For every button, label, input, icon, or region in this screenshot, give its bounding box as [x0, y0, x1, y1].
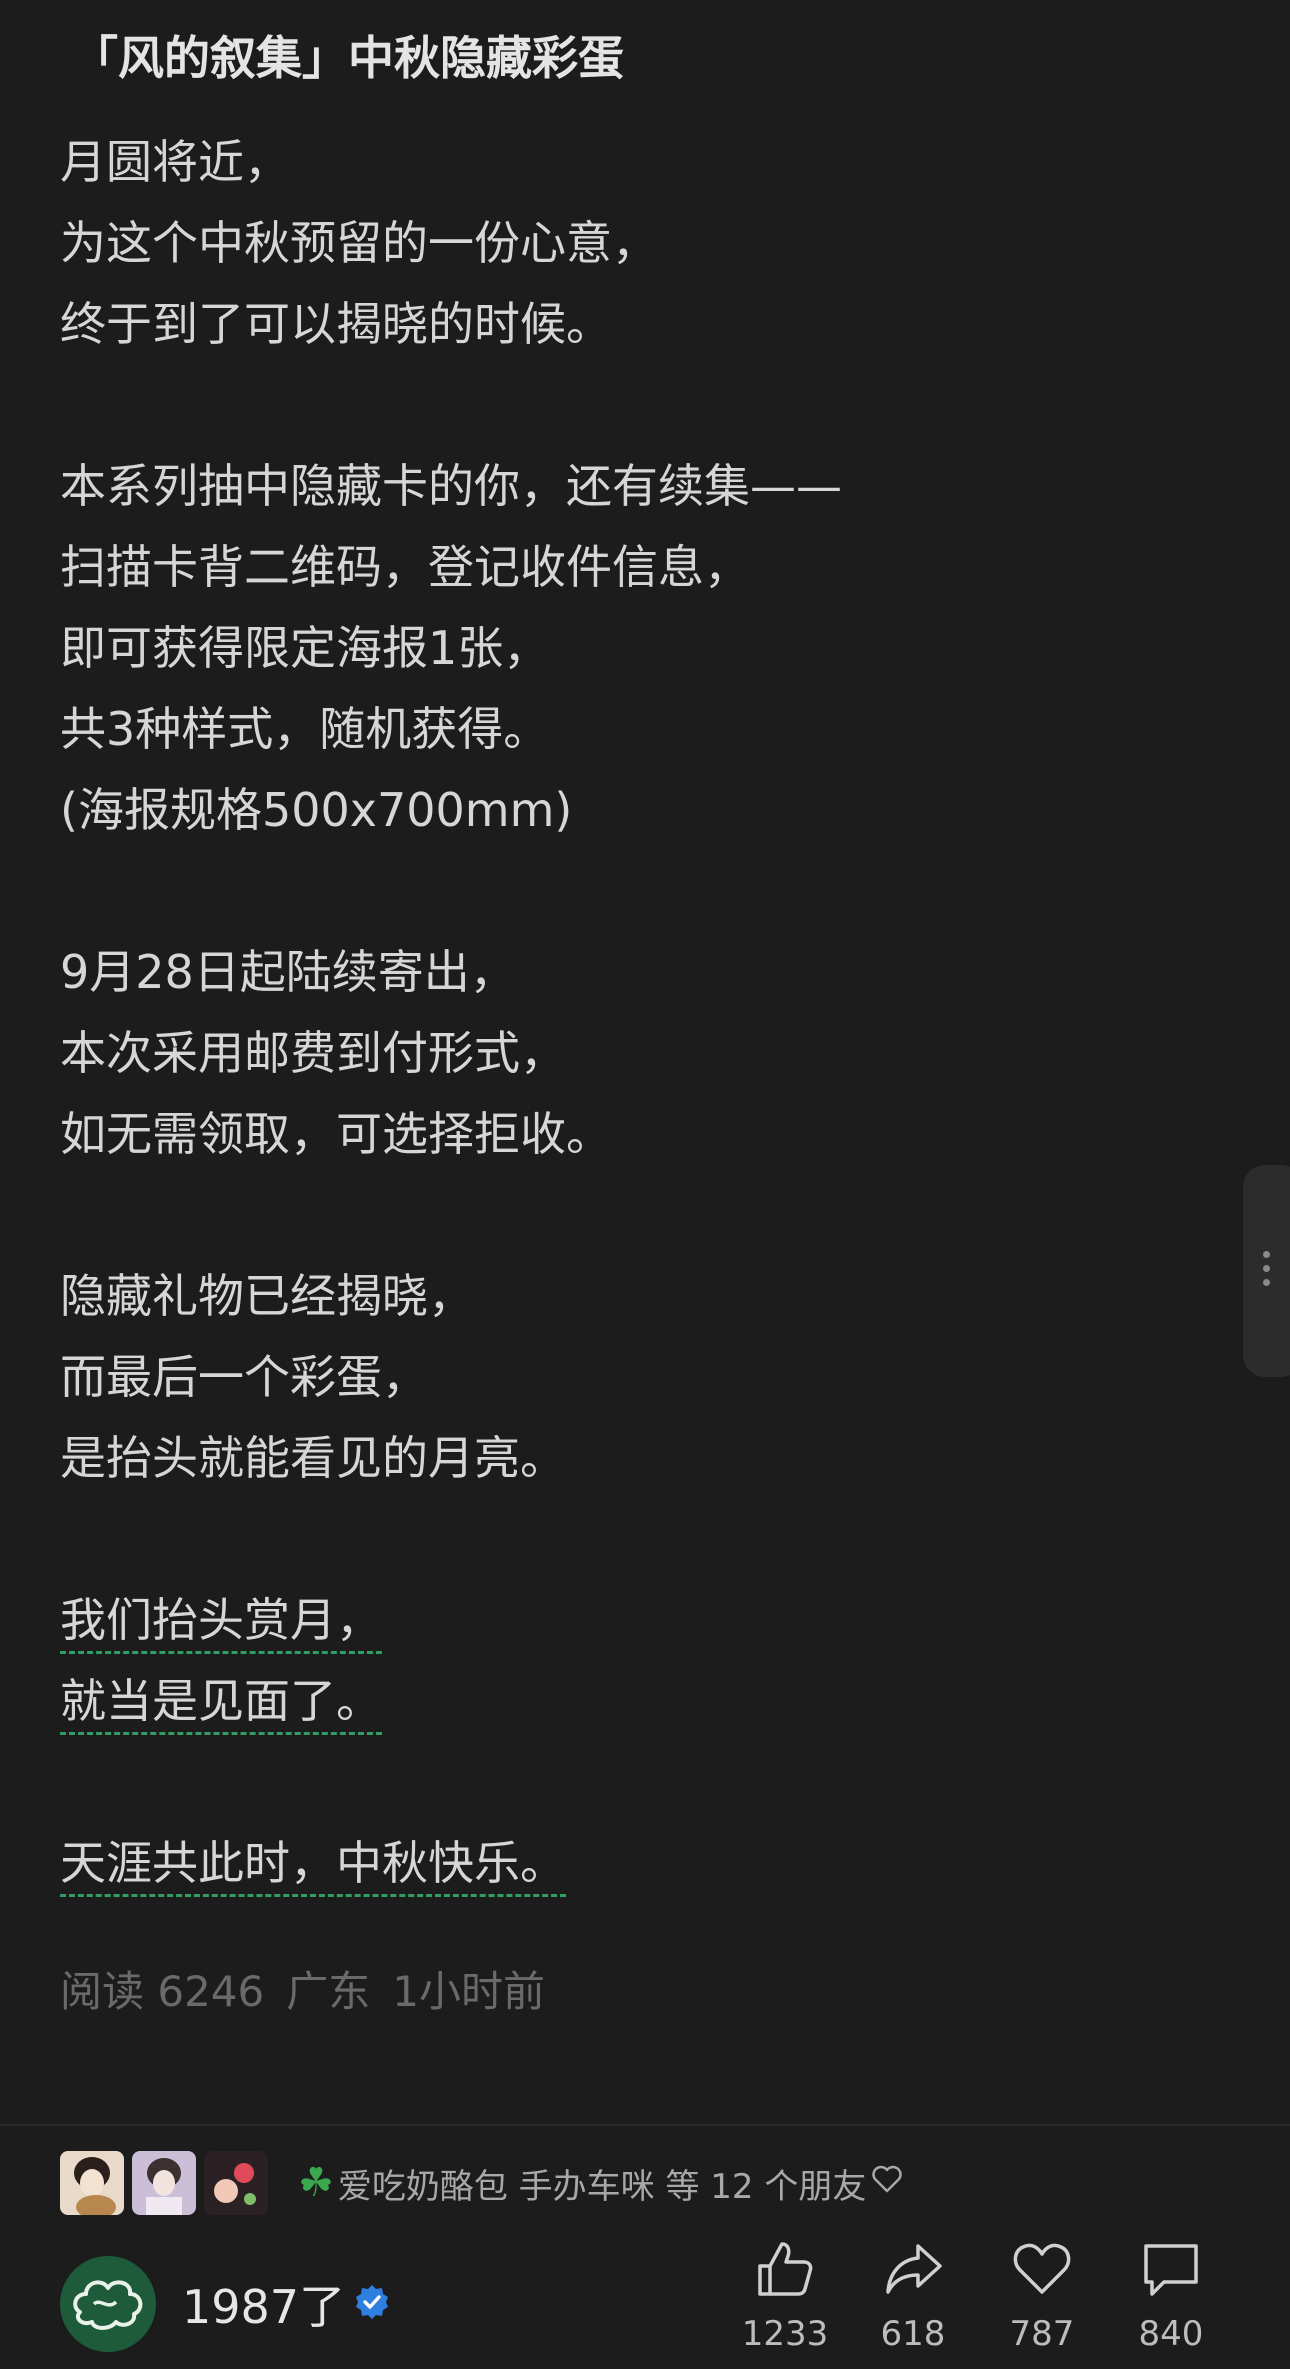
action-bar: 1233 618 787 840 — [0, 2238, 1290, 2369]
text-line: (海报规格500x700mm) — [60, 783, 573, 837]
post-meta: 阅读 6246 广东 1小时前 — [60, 1958, 567, 2019]
side-drawer-handle[interactable] — [1243, 1165, 1290, 1377]
text-line: 9月28日起陆续寄出， — [60, 945, 516, 999]
text-line: 月圆将近， — [60, 135, 290, 189]
like-button[interactable]: 1233 — [725, 2238, 845, 2354]
text-line: 而最后一个彩蛋， — [60, 1350, 428, 1404]
text-line: 即可获得限定海报1张， — [60, 621, 550, 675]
share-arrow-icon — [886, 2244, 942, 2294]
friend-avatar[interactable] — [204, 2151, 268, 2215]
friends-liked-row[interactable]: ☘ 爱吃奶酪包 手办车咪 等 12 个朋友 — [60, 2150, 904, 2216]
favorite-button[interactable]: 787 — [982, 2238, 1102, 2354]
text-line: 共3种样式，随机获得。 — [60, 702, 550, 756]
location: 广东 — [286, 1967, 371, 2016]
clover-icon: ☘ — [298, 2160, 334, 2206]
heart-icon — [1013, 2243, 1071, 2294]
text-line: 本系列抽中隐藏卡的你，还有续集—— — [60, 459, 842, 513]
text-line: 如无需领取，可选择拒收。 — [60, 1107, 612, 1161]
text-line: 是抬头就能看见的月亮。 — [60, 1431, 566, 1485]
thumbs-up-icon — [758, 2242, 813, 2296]
friend-count: 等 12 个朋友 — [665, 2166, 867, 2207]
text-line: 扫描卡背二维码，登记收件信息， — [60, 540, 750, 594]
text-line: 为这个中秋预留的一份心意， — [60, 216, 658, 270]
read-count: 阅读 6246 — [60, 1967, 265, 2016]
friend-names: 爱吃奶酪包 手办车咪 — [337, 2166, 655, 2207]
text-line: 本次采用邮费到付形式， — [60, 1026, 566, 1080]
text-line: 终于到了可以揭晓的时候。 — [60, 297, 612, 351]
comment-button[interactable]: 840 — [1111, 2238, 1231, 2354]
highlighted-phrase[interactable]: 就当是见面了。 — [60, 1670, 382, 1735]
divider — [0, 2124, 1290, 2126]
more-dots-icon — [1263, 1251, 1271, 1293]
like-count: 1233 — [741, 2314, 829, 2354]
friend-avatar[interactable] — [60, 2151, 124, 2215]
comment-count: 840 — [1138, 2314, 1204, 2354]
post-title: 「风的叙集」中秋隐藏彩蛋 — [72, 31, 624, 85]
friend-avatar[interactable] — [132, 2151, 196, 2215]
heart-outline-icon — [870, 2163, 904, 2203]
share-count: 618 — [880, 2314, 946, 2354]
text-line: 隐藏礼物已经揭晓， — [60, 1269, 474, 1323]
post-time: 1小时前 — [392, 1967, 545, 2016]
comment-bubble-icon — [1144, 2244, 1198, 2296]
share-button[interactable]: 618 — [853, 2238, 973, 2354]
favorite-count: 787 — [1009, 2314, 1075, 2354]
highlighted-phrase[interactable]: 天涯共此时，中秋快乐。 — [60, 1832, 566, 1897]
highlighted-phrase[interactable]: 我们抬头赏月， — [60, 1589, 382, 1654]
post-body: 月圆将近， 为这个中秋预留的一份心意， 终于到了可以揭晓的时候。 本系列抽中隐藏… — [60, 122, 1200, 1904]
